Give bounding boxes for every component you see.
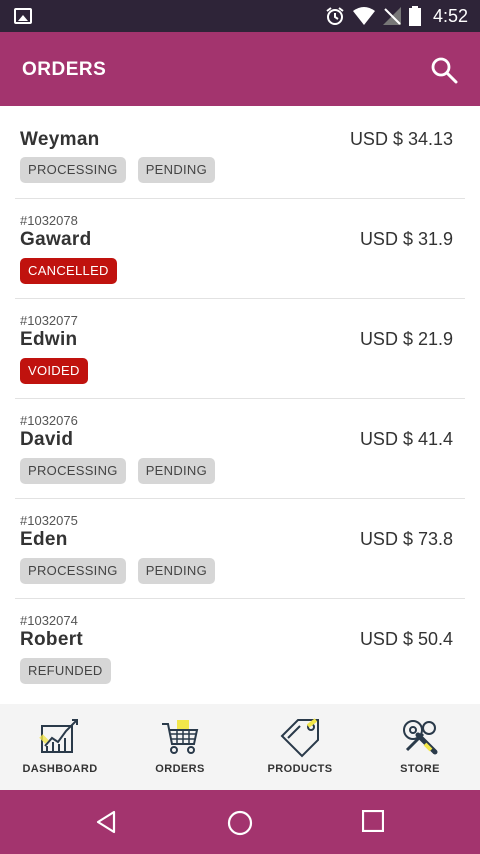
- tools-icon: [403, 720, 438, 755]
- bottom-navigation: DASHBOARD ORDERS PRODUCTS STORE: [0, 704, 480, 790]
- status-badge: PENDING: [137, 558, 216, 584]
- list-item[interactable]: #1032075 Eden USD $ 73.8 PROCESSING PEND…: [15, 499, 465, 599]
- wifi-icon: [352, 7, 375, 25]
- status-icons: 4:52: [325, 0, 468, 32]
- nav-item-store[interactable]: STORE: [360, 704, 480, 790]
- nav-item-dashboard[interactable]: DASHBOARD: [0, 704, 120, 790]
- list-item[interactable]: #1032078 Gaward USD $ 31.9 CANCELLED: [15, 199, 465, 299]
- no-signal-icon: [382, 7, 401, 25]
- order-number: #1032074: [20, 613, 78, 628]
- recents-icon[interactable]: [362, 810, 384, 832]
- status-badge: PENDING: [137, 157, 216, 183]
- status-badges: PROCESSING PENDING: [20, 458, 216, 484]
- customer-name: Weyman: [20, 129, 100, 150]
- nav-label-dashboard: DASHBOARD: [22, 763, 98, 775]
- status-badge: VOIDED: [20, 358, 88, 384]
- search-icon[interactable]: [430, 56, 458, 84]
- list-item[interactable]: #1032076 David USD $ 41.4 PROCESSING PEN…: [15, 399, 465, 499]
- nav-label-store: STORE: [400, 763, 440, 775]
- order-list[interactable]: Weyman USD $ 34.13 PROCESSING PENDING #1…: [0, 106, 480, 704]
- status-badge: PENDING: [137, 458, 216, 484]
- order-total: USD $ 50.4: [359, 629, 453, 649]
- order-number: #1032077: [20, 313, 78, 328]
- order-total: USD $ 34.13: [349, 129, 453, 149]
- nav-item-products[interactable]: PRODUCTS: [240, 704, 360, 790]
- list-item[interactable]: Weyman USD $ 34.13 PROCESSING PENDING: [15, 106, 465, 199]
- shopping-cart-icon: [162, 720, 199, 754]
- customer-name: Robert: [20, 629, 84, 650]
- status-bar: 4:52: [0, 0, 480, 32]
- nav-label-orders: ORDERS: [155, 763, 205, 775]
- status-badges: PROCESSING PENDING: [20, 157, 216, 183]
- home-icon[interactable]: [227, 810, 253, 836]
- nav-label-products: PRODUCTS: [267, 763, 333, 775]
- status-badges: VOIDED: [20, 358, 88, 384]
- price-tag-icon: [280, 718, 319, 758]
- status-badges: PROCESSING PENDING: [20, 558, 216, 584]
- customer-name: Gaward: [20, 229, 92, 250]
- order-total: USD $ 73.8: [359, 529, 453, 549]
- status-time: 4:52: [432, 5, 468, 26]
- status-badges: REFUNDED: [20, 658, 111, 684]
- alarm-icon: [326, 7, 344, 25]
- nav-item-orders[interactable]: ORDERS: [120, 704, 240, 790]
- battery-icon: [408, 6, 421, 26]
- order-number: #1032078: [20, 213, 78, 228]
- page-title: ORDERS: [22, 59, 107, 80]
- list-item[interactable]: #1032074 Robert USD $ 50.4 REFUNDED: [15, 599, 465, 699]
- order-number: #1032075: [20, 513, 78, 528]
- order-total: USD $ 21.9: [359, 329, 453, 349]
- order-total: USD $ 41.4: [359, 429, 453, 449]
- status-badge: PROCESSING: [20, 458, 126, 484]
- status-badge: PROCESSING: [20, 558, 126, 584]
- customer-name: Edwin: [20, 329, 78, 350]
- system-navigation-bar: [0, 790, 480, 854]
- image-notification-icon: [14, 8, 32, 24]
- list-item[interactable]: #1032077 Edwin USD $ 21.9 VOIDED: [15, 299, 465, 399]
- order-number: #1032076: [20, 413, 78, 428]
- dashboard-chart-icon: [39, 719, 78, 753]
- app-bar: ORDERS: [0, 32, 480, 106]
- status-badges: CANCELLED: [20, 258, 117, 284]
- back-icon[interactable]: [94, 810, 118, 834]
- customer-name: Eden: [20, 529, 68, 550]
- order-total: USD $ 31.9: [359, 229, 453, 249]
- status-badge: PROCESSING: [20, 157, 126, 183]
- status-badge: CANCELLED: [20, 258, 117, 284]
- customer-name: David: [20, 429, 74, 450]
- status-badge: REFUNDED: [20, 658, 111, 684]
